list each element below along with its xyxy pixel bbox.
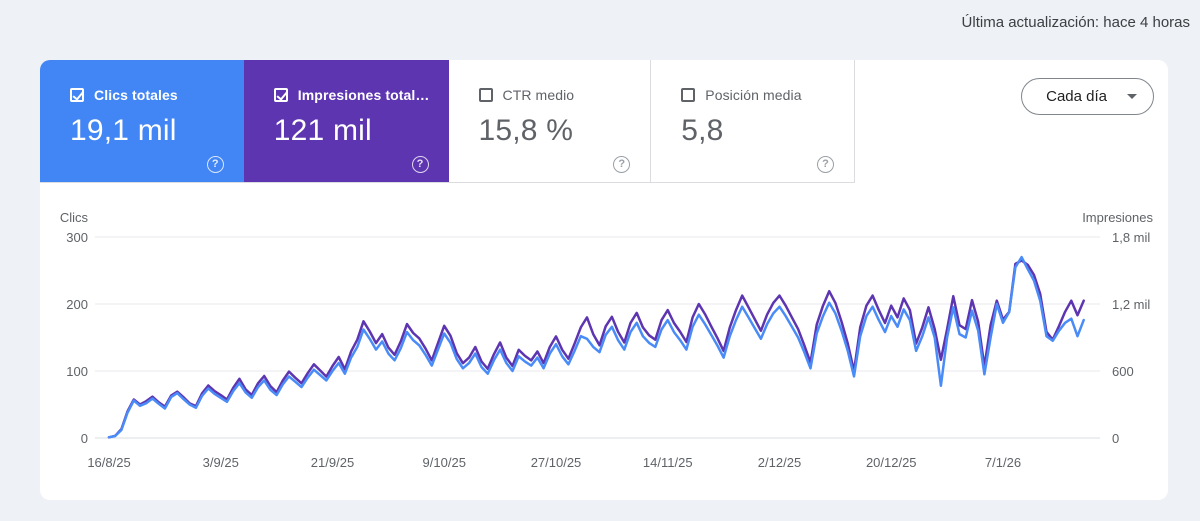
help-icon[interactable]: ? <box>613 156 631 173</box>
help-icon[interactable]: ? <box>206 156 224 173</box>
last-updated-text: Última actualización: hace 4 horas <box>961 14 1190 31</box>
metric-card-header: Posición media <box>681 87 854 103</box>
right-axis-tick-label: 0 <box>1112 431 1119 446</box>
left-axis-title: Clics <box>60 210 89 225</box>
x-axis-date-label: 3/9/25 <box>203 455 239 470</box>
left-axis-tick-label: 100 <box>66 364 88 379</box>
metric-card-avg-ctr[interactable]: CTR medio 15,8 % ? <box>448 60 651 182</box>
metric-card-avg-position[interactable]: Posición media 5,8 ? <box>650 60 854 182</box>
right-axis-tick-label: 1,2 mil <box>1112 297 1150 312</box>
topbar: Última actualización: hace 4 horas <box>0 0 1200 34</box>
metric-card-header: Impresiones total… <box>273 87 449 103</box>
x-axis-date-label: 27/10/25 <box>531 455 582 470</box>
x-axis-date-label: 20/12/25 <box>866 455 917 470</box>
performance-report-card: Clics totales 19,1 mil ? Impresiones tot… <box>40 60 1168 500</box>
metric-value: 5,8 <box>681 114 724 147</box>
performance-chart: 0 100 200 300 0 600 1,2 mil 1,8 mil Clics Impresi… <box>40 183 1168 500</box>
chevron-down-icon <box>1127 94 1137 99</box>
metric-card-total-clicks[interactable]: Clics totales 19,1 mil ? <box>40 60 244 182</box>
clicks-checkbox[interactable] <box>70 88 84 102</box>
impressions-checkbox[interactable] <box>273 88 288 102</box>
right-axis-tick-label: 1,8 mil <box>1112 230 1150 245</box>
x-axis-date-label: 2/12/25 <box>758 455 801 470</box>
metric-label: Impresiones total… <box>297 87 430 103</box>
metrics-row: Clics totales 19,1 mil ? Impresiones tot… <box>40 60 1168 183</box>
performance-chart-svg: 0 100 200 300 0 600 1,2 mil 1,8 mil Clics Impresi… <box>60 210 1154 470</box>
metric-cards: Clics totales 19,1 mil ? Impresiones tot… <box>40 60 855 183</box>
metric-label: Clics totales <box>94 87 178 103</box>
chart-toolbar: Cada día <box>855 60 1168 183</box>
x-axis-date-label: 16/8/25 <box>87 455 130 470</box>
right-axis-tick-label: 600 <box>1112 364 1134 379</box>
metric-label: Posición media <box>705 87 802 103</box>
metric-value: 121 mil <box>273 114 372 147</box>
x-axis-date-label: 21/9/25 <box>311 455 354 470</box>
x-axis-date-label: 9/10/25 <box>423 455 466 470</box>
granularity-dropdown[interactable]: Cada día <box>1021 78 1154 115</box>
metric-card-header: CTR medio <box>478 87 651 103</box>
right-axis-title: Impresiones <box>1082 210 1153 225</box>
granularity-label: Cada día <box>1046 88 1107 105</box>
help-icon[interactable]: ? <box>411 156 429 173</box>
x-axis-date-label: 7/1/26 <box>985 455 1021 470</box>
ctr-checkbox[interactable] <box>478 88 493 102</box>
metric-card-header: Clics totales <box>70 87 244 103</box>
metric-card-total-impressions[interactable]: Impresiones total… 121 mil ? <box>243 60 449 182</box>
metric-label: CTR medio <box>502 87 575 103</box>
left-axis-tick-label: 0 <box>81 431 88 446</box>
position-checkbox[interactable] <box>681 88 696 102</box>
help-icon[interactable]: ? <box>817 156 834 173</box>
x-axis-date-label: 14/11/25 <box>643 455 693 470</box>
left-axis-tick-label: 200 <box>66 297 88 312</box>
metric-value: 15,8 % <box>478 114 574 147</box>
left-axis-tick-label: 300 <box>66 230 88 245</box>
metric-value: 19,1 mil <box>70 114 177 147</box>
